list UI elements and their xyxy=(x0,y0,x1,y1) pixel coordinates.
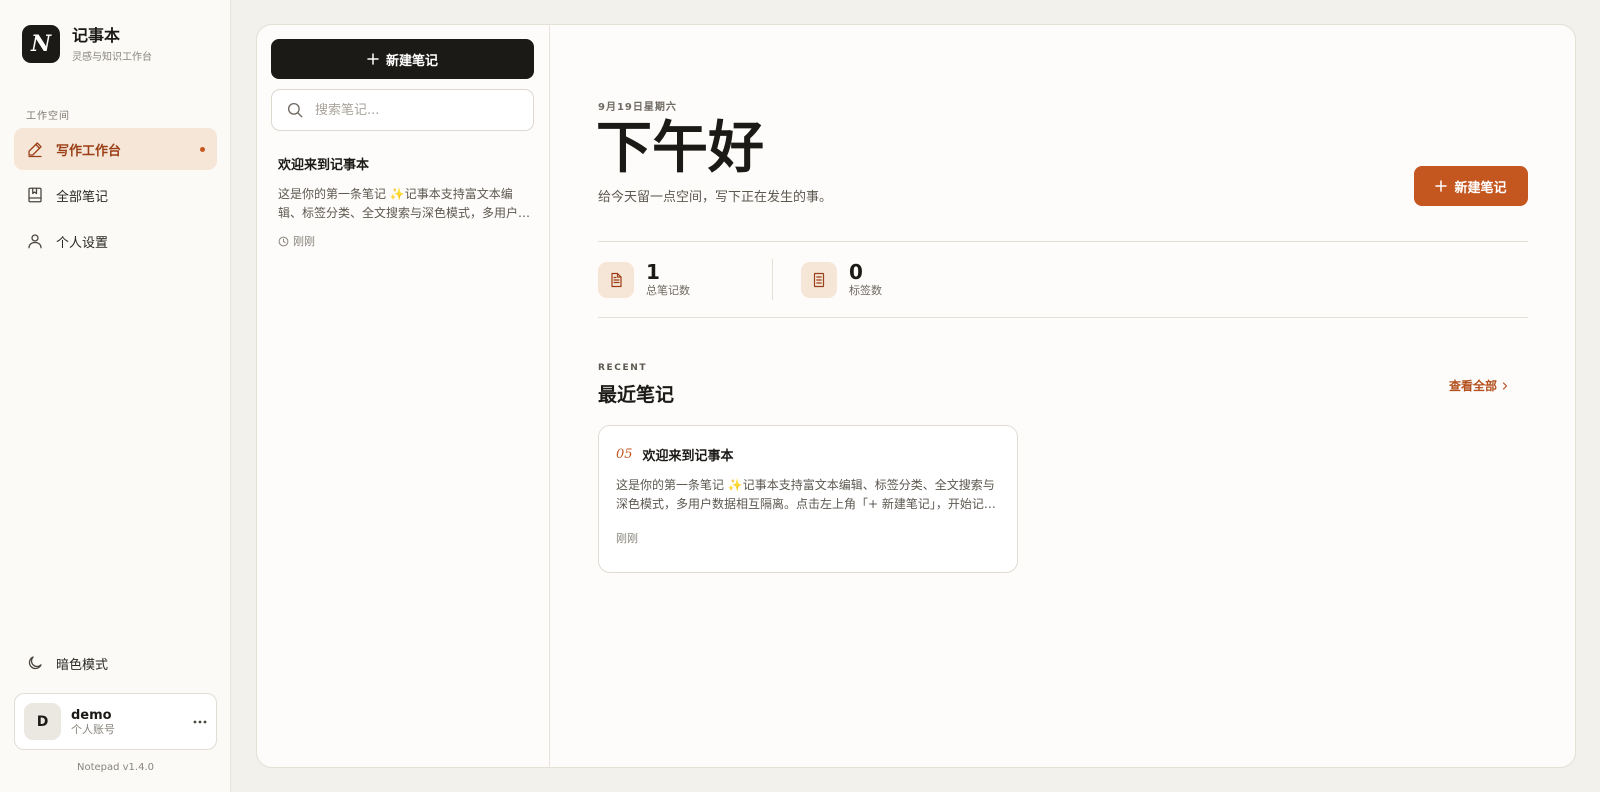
list-icon xyxy=(813,272,825,287)
clock-icon xyxy=(278,236,289,246)
book-icon xyxy=(28,187,42,203)
app-subtitle: 灵感与知识工作台 xyxy=(72,52,152,63)
moon-icon xyxy=(28,656,42,670)
active-dot xyxy=(200,147,205,152)
sidebar-item-label: 写作工作台 xyxy=(56,143,122,159)
sidebar-item-label: 个人设置 xyxy=(56,235,109,251)
stat-total-notes: 1 总笔记数 xyxy=(598,261,690,298)
new-note-label: 新建笔记 xyxy=(1454,180,1507,196)
current-date: 9月19日星期六 xyxy=(598,102,677,113)
divider xyxy=(598,241,1528,242)
stat-label: 总笔记数 xyxy=(646,284,690,297)
user-card[interactable]: D demo 个人账号 xyxy=(14,693,217,750)
plus-icon xyxy=(367,53,379,65)
stat-icon-wrap xyxy=(598,261,634,298)
stat-text: 1 总笔记数 xyxy=(646,261,690,298)
card-number: 05 xyxy=(616,447,633,462)
view-all-label: 查看全部 xyxy=(1448,379,1497,393)
sidebar-item-writing-workbench[interactable]: 写作工作台 xyxy=(14,128,217,170)
recent-note-card[interactable]: 05 欢迎来到记事本 这是你的第一条笔记 ✨记事本支持富文本编辑、标签分类、全文… xyxy=(598,425,1018,573)
user-role: 个人账号 xyxy=(71,722,115,736)
user-info: demo 个人账号 xyxy=(71,708,115,736)
greeting-subtitle: 给今天留一点空间，写下正在发生的事。 xyxy=(598,190,833,205)
list-item[interactable]: 欢迎来到记事本 这是你的第一条笔记 ✨记事本支持富文本编辑、标签分类、全文搜索与… xyxy=(278,158,533,249)
dashboard: 9月19日星期六 下午好 给今天留一点空间，写下正在发生的事。 新建笔记 1 总… xyxy=(550,25,1575,767)
sidebar: N 记事本 灵感与知识工作台 工作空间 写作工作台 全部笔记 个人设置 暗色模式… xyxy=(0,0,231,792)
stat-separator xyxy=(772,259,773,300)
main-panel: 新建笔记 欢迎来到记事本 这是你的第一条笔记 ✨记事本支持富文本编辑、标签分类、… xyxy=(256,24,1576,768)
dark-mode-toggle[interactable]: 暗色模式 xyxy=(14,643,217,683)
note-time: 刚刚 xyxy=(278,233,533,249)
plus-icon xyxy=(1435,180,1448,192)
note-excerpt: 这是你的第一条笔记 ✨记事本支持富文本编辑、标签分类、全文搜索与深色模式，多用户… xyxy=(278,187,531,220)
section-label-workspace: 工作空间 xyxy=(26,111,70,122)
notes-list-panel: 新建笔记 欢迎来到记事本 这是你的第一条笔记 ✨记事本支持富文本编辑、标签分类、… xyxy=(257,25,550,767)
card-time: 刚刚 xyxy=(616,532,638,545)
greeting-heading: 下午好 xyxy=(596,116,764,181)
avatar: D xyxy=(24,703,61,740)
recent-eyebrow: RECENT xyxy=(598,363,648,373)
new-note-label: 新建笔记 xyxy=(385,53,438,69)
brand[interactable]: N 记事本 灵感与知识工作台 xyxy=(22,25,152,64)
search-box[interactable] xyxy=(271,89,534,131)
search-icon xyxy=(287,102,303,118)
new-note-button-primary[interactable]: 新建笔记 xyxy=(1414,166,1528,206)
user-name: demo xyxy=(71,707,112,723)
user-icon xyxy=(28,234,42,249)
card-excerpt: 这是你的第一条笔记 ✨记事本支持富文本编辑、标签分类、全文搜索与深色模式，多用户… xyxy=(616,478,996,511)
search-input[interactable] xyxy=(315,102,515,118)
document-icon xyxy=(611,272,622,287)
brand-text: 记事本 灵感与知识工作台 xyxy=(72,26,152,64)
card-head: 05 欢迎来到记事本 xyxy=(616,445,1000,464)
note-title: 欢迎来到记事本 xyxy=(278,158,370,173)
stat-text: 0 标签数 xyxy=(849,261,882,298)
recent-title: 最近笔记 xyxy=(598,384,675,406)
stat-label: 标签数 xyxy=(849,284,882,297)
pen-icon xyxy=(28,142,42,158)
dark-mode-label: 暗色模式 xyxy=(56,657,109,673)
new-note-button[interactable]: 新建笔记 xyxy=(271,39,534,79)
note-time-text: 刚刚 xyxy=(293,235,315,248)
app-logo: N xyxy=(22,25,60,63)
view-all-link[interactable]: 查看全部 xyxy=(1449,377,1509,394)
chevron-right-icon xyxy=(1502,381,1508,390)
stat-value: 0 xyxy=(849,260,863,284)
sidebar-item-settings[interactable]: 个人设置 xyxy=(14,220,217,262)
divider xyxy=(598,317,1528,318)
sidebar-item-label: 全部笔记 xyxy=(56,189,109,205)
more-icon[interactable] xyxy=(192,714,208,730)
card-title: 欢迎来到记事本 xyxy=(642,449,734,464)
app-title: 记事本 xyxy=(72,26,121,45)
app-version: Notepad v1.4.0 xyxy=(76,762,155,773)
stat-value: 1 xyxy=(646,260,660,284)
sidebar-item-all-notes[interactable]: 全部笔记 xyxy=(14,174,217,216)
stat-icon-wrap xyxy=(801,261,837,298)
stat-tags: 0 标签数 xyxy=(801,261,882,298)
